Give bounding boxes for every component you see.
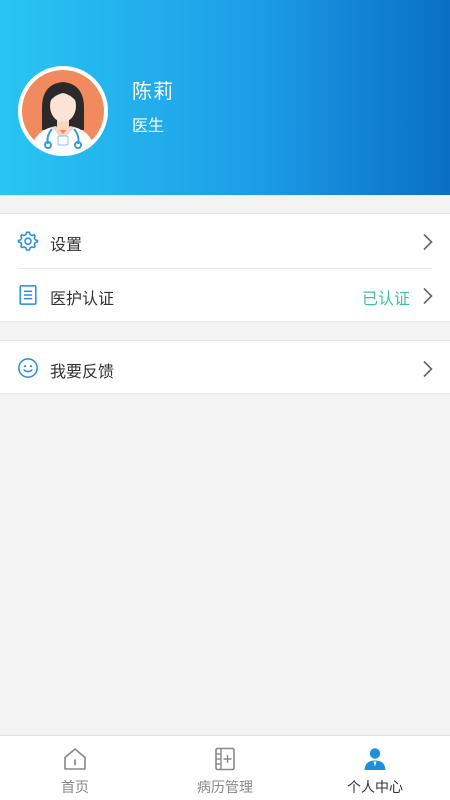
menu-item-label: 设置 <box>50 235 83 254</box>
certification-status-badge: 已认证 <box>361 289 410 308</box>
menu-item-certification[interactable]: 医护认证 已认证 <box>0 268 450 322</box>
tab-home[interactable]: 首页 <box>0 736 150 800</box>
smiley-icon <box>18 358 38 378</box>
menu-item-feedback[interactable]: 我要反馈 <box>0 341 450 395</box>
menu-group-feedback: 我要反馈 <box>0 340 450 394</box>
chevron-right-icon <box>423 360 433 378</box>
menu-item-label: 我要反馈 <box>50 362 115 381</box>
records-icon <box>215 747 235 771</box>
profile-name: 陈莉 <box>132 79 174 103</box>
bottom-tab-bar: 首页 病历管理 个人中心 <box>0 735 450 800</box>
menu-group-account: 设置 医护认证 已认证 <box>0 213 450 322</box>
avatar[interactable] <box>18 66 108 156</box>
profile-role: 医生 <box>132 116 165 135</box>
profile-header: 陈莉 医生 <box>0 0 450 195</box>
tab-label: 个人中心 <box>347 780 403 796</box>
menu-item-settings[interactable]: 设置 <box>0 214 450 268</box>
menu-item-label: 医护认证 <box>50 289 115 308</box>
profile-screen: 陈莉 医生 设置 医护认证 已认证 我要反馈 首页 病历管理 个人中心 <box>0 0 450 800</box>
chevron-right-icon <box>423 233 433 251</box>
tab-label: 首页 <box>61 780 89 796</box>
document-icon <box>19 285 37 305</box>
chevron-right-icon <box>423 287 433 305</box>
tab-label: 病历管理 <box>197 780 253 796</box>
home-icon <box>64 748 86 770</box>
tab-profile[interactable]: 个人中心 <box>300 736 450 800</box>
gear-icon <box>17 231 39 251</box>
tab-records[interactable]: 病历管理 <box>150 736 300 800</box>
person-icon <box>364 748 386 770</box>
doctor-avatar-icon <box>18 66 108 156</box>
